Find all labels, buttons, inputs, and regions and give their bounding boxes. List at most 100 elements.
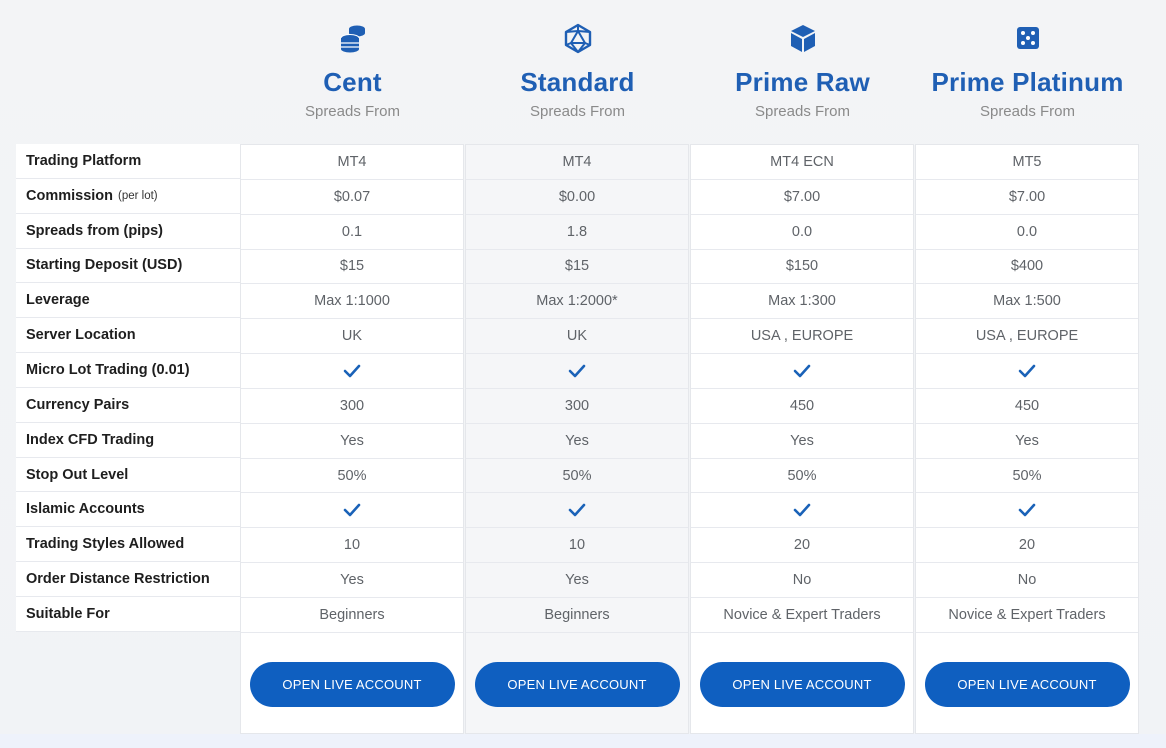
- feature-label-text: Starting Deposit (USD): [26, 257, 183, 274]
- table-cell: MT4: [241, 145, 463, 180]
- plan-column-prime-platinum: MT5 $7.00 0.0 $400 Max 1:500 USA , EUROPE 450 Y…: [915, 144, 1139, 734]
- feature-label-text: Leverage: [26, 292, 90, 309]
- table-cell: Max 1:2000*: [466, 284, 688, 320]
- feature-label: Islamic Accounts: [16, 492, 240, 528]
- table-cell: Yes: [466, 563, 688, 598]
- open-live-account-button[interactable]: OPEN LIVE ACCOUNT: [924, 662, 1130, 708]
- table-cell: $0.00: [466, 180, 688, 215]
- table-cell: 10: [241, 528, 463, 564]
- feature-label-text: Islamic Accounts: [26, 501, 145, 518]
- table-cell: $7.00: [916, 180, 1138, 215]
- table-cell: Beginners: [241, 598, 463, 633]
- plan-header-prime-raw: Prime Raw Spreads From: [690, 22, 915, 121]
- checkmark-icon: [1018, 364, 1036, 378]
- table-cell: Novice & Expert Traders: [916, 598, 1138, 633]
- open-live-account-button[interactable]: OPEN LIVE ACCOUNT: [249, 662, 455, 708]
- table-cell: 0.0: [916, 215, 1138, 250]
- feature-label-text: Order Distance Restriction: [26, 571, 210, 588]
- table-cell: Yes: [691, 424, 913, 459]
- cta-wrapper: OPEN LIVE ACCOUNT: [691, 633, 913, 737]
- plan-subtitle: Spreads From: [979, 103, 1076, 120]
- table-cell: Novice & Expert Traders: [691, 598, 913, 633]
- polyhedron-icon: [564, 23, 591, 54]
- table-cell: 50%: [691, 459, 913, 494]
- feature-label: Suitable For: [16, 596, 240, 632]
- table-cell: 0.0: [691, 215, 913, 250]
- table-cell: [241, 493, 463, 529]
- table-cell: No: [691, 563, 913, 598]
- table-cell: Max 1:1000: [241, 284, 463, 320]
- feature-label: Order Distance Restriction: [16, 562, 240, 597]
- checkmark-icon: [793, 364, 811, 378]
- feature-label: Index CFD Trading: [16, 422, 240, 458]
- plan-header-standard: Standard Spreads From: [465, 22, 690, 121]
- plan-name: Prime Raw: [735, 67, 870, 97]
- table-cell: UK: [466, 319, 688, 355]
- plan-name: Prime Platinum: [931, 67, 1124, 97]
- table-cell: 450: [916, 389, 1138, 424]
- feature-label-note: (per lot): [118, 189, 158, 202]
- feature-label-text: Stop Out Level: [26, 466, 129, 483]
- open-live-account-button[interactable]: OPEN LIVE ACCOUNT: [699, 662, 905, 708]
- checkmark-icon: [343, 364, 361, 378]
- feature-label-text: Commission: [26, 187, 114, 204]
- feature-label-text: Suitable For: [26, 605, 110, 622]
- cube-icon: [790, 25, 815, 52]
- feature-label-text: Micro Lot Trading (0.01): [26, 361, 190, 378]
- feature-label: Commission (per lot): [16, 178, 240, 214]
- plan-header-prime-platinum: Prime Platinum Spreads From: [915, 22, 1140, 121]
- table-cell: MT5: [916, 145, 1138, 180]
- feature-label: Trading Platform: [16, 144, 240, 179]
- cta-wrapper: OPEN LIVE ACCOUNT: [466, 633, 688, 737]
- table-cell: 20: [691, 528, 913, 564]
- table-cell: [916, 354, 1138, 389]
- table-cell: 1.8: [466, 215, 688, 250]
- checkmark-icon: [568, 364, 586, 378]
- table-cell: [691, 493, 913, 529]
- cta-wrapper: OPEN LIVE ACCOUNT: [916, 633, 1138, 737]
- open-live-account-button[interactable]: OPEN LIVE ACCOUNT: [474, 662, 680, 708]
- table-cell: [916, 493, 1138, 529]
- plan-name: Cent: [323, 67, 382, 97]
- dice-icon: [1016, 27, 1039, 49]
- table-cell: $15: [241, 250, 463, 285]
- table-cell: $0.07: [241, 180, 463, 215]
- table-cell: 50%: [916, 459, 1138, 494]
- plan-column-standard: MT4 $0.00 1.8 $15 Max 1:2000* UK 300 Yes 50% 10 Ye…: [465, 144, 689, 734]
- cta-wrapper: OPEN LIVE ACCOUNT: [241, 633, 463, 737]
- coins-stack-icon: [340, 25, 365, 53]
- table-cell: 0.1: [241, 215, 463, 250]
- plan-subtitle: Spreads From: [304, 103, 401, 120]
- plan-column-prime-raw: MT4 ECN $7.00 0.0 $150 Max 1:300 USA , EUROPE…: [690, 144, 914, 734]
- feature-label-text: Spreads from (pips): [26, 222, 163, 239]
- table-cell: $15: [466, 250, 688, 285]
- table-cell: $400: [916, 250, 1138, 285]
- table-cell: $150: [691, 250, 913, 285]
- feature-label: Trading Styles Allowed: [16, 527, 240, 563]
- plan-column-cent: MT4 $0.07 0.1 $15 Max 1:1000 UK 300 Yes 50% 10 Yes…: [240, 144, 464, 734]
- table-cell: Yes: [241, 424, 463, 459]
- table-cell: Yes: [241, 563, 463, 598]
- table-cell: [466, 493, 688, 529]
- checkmark-icon: [793, 503, 811, 517]
- table-cell: Beginners: [466, 598, 688, 633]
- feature-label: Starting Deposit (USD): [16, 248, 240, 284]
- table-cell: 300: [466, 389, 688, 424]
- table-cell: $7.00: [691, 180, 913, 215]
- feature-label: Stop Out Level: [16, 457, 240, 493]
- plan-header-cent: Cent Spreads From: [240, 22, 465, 121]
- table-cell: Yes: [466, 424, 688, 459]
- plan-name: Standard: [520, 67, 635, 97]
- table-cell: UK: [241, 319, 463, 355]
- feature-label-text: Currency Pairs: [26, 396, 130, 413]
- table-cell: Max 1:500: [916, 284, 1138, 320]
- feature-label: Leverage: [16, 283, 240, 319]
- feature-label: Micro Lot Trading (0.01): [16, 353, 240, 388]
- checkmark-icon: [568, 503, 586, 517]
- feature-label: Spreads from (pips): [16, 213, 240, 249]
- table-cell: 300: [241, 389, 463, 424]
- feature-label-text: Trading Styles Allowed: [26, 536, 185, 553]
- plan-subtitle: Spreads From: [529, 103, 626, 120]
- checkmark-icon: [1018, 503, 1036, 517]
- table-cell: 10: [466, 528, 688, 564]
